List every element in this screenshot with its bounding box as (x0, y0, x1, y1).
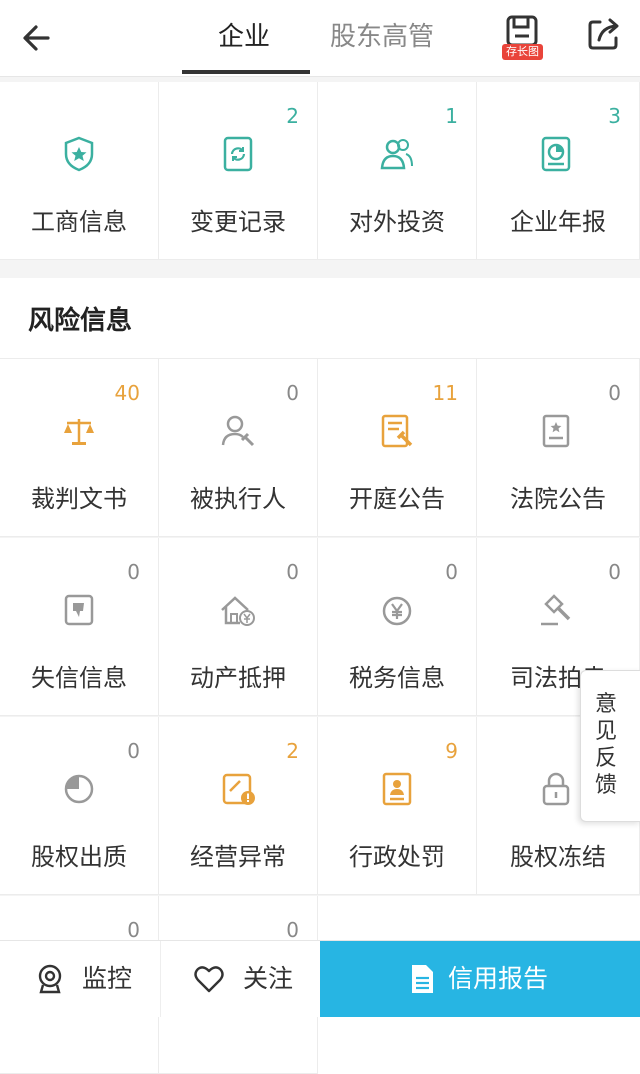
auction-gavel-icon (541, 594, 571, 626)
grid-item-court-notices[interactable]: 0 法院公告 (477, 359, 640, 537)
risk-grid-row: 40 裁判文书 0 被执行人 11 开庭公告 0 法院公告 (0, 359, 640, 537)
grid-item-chattel-mortgage[interactable]: 0 动产抵押 (159, 538, 318, 716)
grid-item-judgments[interactable]: 40 裁判文书 (0, 359, 159, 537)
grid-item-equity-pledge[interactable]: 0 股权出质 (0, 717, 159, 895)
item-count: 0 (445, 560, 458, 584)
item-count: 0 (608, 560, 621, 584)
item-label: 工商信息 (31, 208, 127, 236)
tab-shareholders[interactable]: 股东高管 (330, 20, 434, 54)
save-long-image-badge: 存长图 (502, 44, 543, 60)
item-count: 2 (286, 104, 299, 128)
monitor-camera-icon (38, 964, 62, 994)
grid-item-change-records[interactable]: 2 变更记录 (159, 82, 318, 260)
item-label: 股权出质 (31, 843, 127, 871)
item-count: 11 (432, 381, 458, 405)
lock-icon (542, 772, 570, 806)
item-label: 开庭公告 (349, 485, 445, 513)
court-notice-icon (542, 414, 570, 448)
risk-grid-row: 0 股权出质 2 经营异常 9 行政处罚 股权冻结 (0, 717, 640, 895)
people-icon (380, 139, 413, 170)
section-title: 风险信息 (28, 306, 133, 336)
pie-icon (64, 774, 94, 804)
item-count: 3 (608, 104, 621, 128)
save-long-image-button[interactable]: 存长图 (502, 14, 550, 62)
item-count: 1 (445, 104, 458, 128)
item-label: 失信信息 (31, 664, 127, 692)
item-label: 行政处罚 (349, 843, 445, 871)
back-arrow-icon[interactable] (18, 18, 58, 58)
grid-item-executed-persons[interactable]: 0 被执行人 (159, 359, 318, 537)
item-label: 裁判文书 (31, 485, 127, 513)
penalty-doc-icon (382, 772, 412, 806)
heart-icon (194, 966, 224, 993)
house-yen-icon (221, 596, 255, 626)
item-label: 对外投资 (349, 208, 445, 236)
grid-item-dishonesty[interactable]: 0 失信信息 (0, 538, 159, 716)
report-chart-icon (541, 136, 571, 172)
item-count: 2 (286, 739, 299, 763)
item-count: 0 (286, 918, 299, 942)
item-label: 股权冻结 (510, 843, 606, 871)
grid-item-administrative-penalty[interactable]: 9 行政处罚 (318, 717, 477, 895)
grid-item-tax-info[interactable]: 0 税务信息 (318, 538, 477, 716)
item-count: 0 (127, 739, 140, 763)
follow-button[interactable]: 关注 (160, 941, 321, 1017)
item-label: 被执行人 (190, 485, 286, 513)
grid-item-annual-report[interactable]: 3 企业年报 (477, 82, 640, 260)
top-nav-bar: 企业 股东高管 存长图 (0, 0, 640, 77)
feedback-label: 意见反馈 (595, 692, 618, 798)
follow-label: 关注 (243, 964, 294, 993)
item-count: 0 (127, 560, 140, 584)
bottom-action-bar: 监控 关注 信用报告 (0, 940, 640, 1017)
item-label: 企业年报 (510, 208, 606, 236)
monitor-button[interactable]: 监控 (0, 941, 160, 1017)
shield-star-icon (64, 136, 94, 172)
warning-doc-icon (222, 773, 255, 805)
feedback-button[interactable]: 意见反馈 (580, 670, 640, 822)
item-label: 变更记录 (190, 208, 286, 236)
tax-yen-icon (382, 596, 412, 626)
risk-grid-row: 0 失信信息 0 动产抵押 0 税务信息 0 司法拍卖 (0, 538, 640, 716)
grid-item-court-sessions[interactable]: 11 开庭公告 (318, 359, 477, 537)
credit-report-button[interactable]: 信用报告 (320, 941, 640, 1017)
item-count: 0 (286, 560, 299, 584)
share-icon[interactable] (584, 14, 624, 54)
item-count: 0 (127, 918, 140, 942)
credit-report-label: 信用报告 (448, 964, 549, 993)
document-icon (412, 965, 433, 993)
item-count: 0 (608, 381, 621, 405)
item-label: 法院公告 (510, 485, 606, 513)
refresh-doc-icon (223, 136, 253, 172)
active-tab-indicator (182, 70, 310, 74)
risk-section-header: 风险信息 (0, 278, 640, 359)
grid-item-business-info[interactable]: 工商信息 (0, 82, 159, 260)
business-info-grid: 工商信息 2 变更记录 1 对外投资 3 企业年报 (0, 82, 640, 260)
item-count: 40 (114, 381, 140, 405)
scales-icon (64, 419, 94, 445)
item-count: 9 (445, 739, 458, 763)
item-label: 经营异常 (190, 843, 286, 871)
person-gavel-icon (221, 415, 255, 447)
grid-item-investments[interactable]: 1 对外投资 (318, 82, 477, 260)
monitor-label: 监控 (82, 964, 133, 993)
item-label: 税务信息 (349, 664, 445, 692)
thumbs-down-icon (64, 594, 94, 626)
notice-gavel-icon (381, 414, 413, 448)
item-label: 动产抵押 (190, 664, 286, 692)
tab-company[interactable]: 企业 (218, 20, 270, 54)
item-count: 0 (286, 381, 299, 405)
grid-item-business-anomaly[interactable]: 2 经营异常 (159, 717, 318, 895)
